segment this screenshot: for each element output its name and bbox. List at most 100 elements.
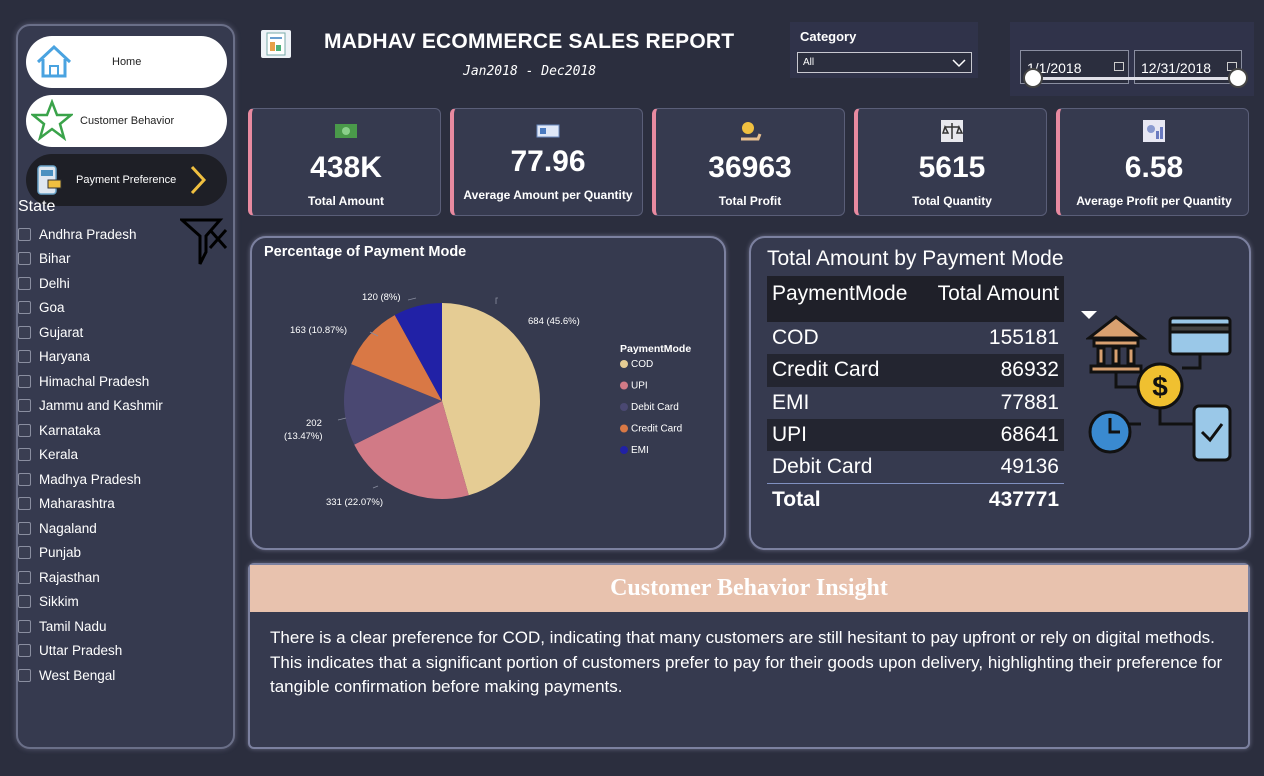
- state-checkbox[interactable]: [18, 644, 31, 658]
- state-filter-item[interactable]: Karnataka: [18, 418, 208, 443]
- pie-leader-line: [372, 485, 379, 489]
- state-filter-item[interactable]: Nagaland: [18, 516, 208, 541]
- kpi-value: 36963: [708, 151, 792, 184]
- legend-item[interactable]: UPI: [631, 381, 648, 392]
- state-label: Haryana: [39, 349, 91, 365]
- state-filter-item[interactable]: Sikkim: [18, 590, 208, 615]
- kpi-value: 6.58: [1124, 151, 1184, 184]
- state-checkbox[interactable]: [18, 399, 31, 413]
- column-header-total-amount[interactable]: Total Amount: [923, 276, 1097, 322]
- legend-item[interactable]: Credit Card: [631, 424, 682, 435]
- pie-legend-title: PaymentMode: [620, 343, 691, 355]
- table-row[interactable]: Credit Card 86932: [767, 354, 1064, 387]
- payment-mode-cell: Debit Card: [767, 451, 923, 484]
- state-filter-item[interactable]: Maharashtra: [18, 492, 208, 517]
- state-checkbox[interactable]: [18, 227, 31, 241]
- state-filter-item[interactable]: Madhya Pradesh: [18, 467, 208, 492]
- state-label: Delhi: [39, 275, 70, 291]
- nav-home-button[interactable]: Home: [26, 36, 227, 88]
- state-checkbox[interactable]: [18, 619, 31, 633]
- state-filter-item[interactable]: Uttar Pradesh: [18, 639, 208, 664]
- state-checkbox[interactable]: [18, 668, 31, 682]
- end-date-value: 12/31/2018: [1141, 60, 1212, 76]
- payment-mode-cell: COD: [767, 322, 923, 355]
- date-slider-start-handle[interactable]: [1023, 68, 1043, 88]
- table-header-row: PaymentMode Total Amount: [767, 276, 1097, 322]
- total-amount-cell: 155181: [923, 322, 1064, 355]
- state-filter-item[interactable]: Rajasthan: [18, 565, 208, 590]
- state-label: Punjab: [39, 545, 82, 561]
- insight-text: There is a clear preference for COD, ind…: [270, 626, 1230, 700]
- state-checkbox[interactable]: [18, 448, 31, 462]
- state-checkbox[interactable]: [18, 521, 31, 535]
- svg-text:$: $: [1152, 371, 1168, 402]
- state-filter-item[interactable]: Andhra Pradesh: [18, 222, 208, 247]
- legend-item[interactable]: Debit Card: [631, 402, 679, 413]
- report-icon: [261, 30, 291, 58]
- state-label: Maharashtra: [39, 496, 115, 512]
- legend-marker: [620, 424, 628, 433]
- state-filter-item[interactable]: Delhi: [18, 271, 208, 296]
- category-dropdown[interactable]: All: [797, 52, 972, 73]
- category-label: Category: [800, 29, 857, 44]
- table-row[interactable]: Debit Card 49136: [767, 451, 1064, 484]
- state-checkbox[interactable]: [18, 546, 31, 560]
- state-label: Sikkim: [39, 594, 79, 610]
- state-label: Karnataka: [39, 422, 101, 438]
- state-label: Kerala: [39, 447, 79, 463]
- state-checkbox[interactable]: [18, 570, 31, 584]
- state-filter-item[interactable]: Tamil Nadu: [18, 614, 208, 639]
- state-filter-item[interactable]: Bihar: [18, 247, 208, 272]
- pie-label-debit-card: 202: [306, 418, 322, 429]
- date-slider-end-handle[interactable]: [1228, 68, 1248, 88]
- state-checkbox[interactable]: [18, 374, 31, 388]
- state-filter-item[interactable]: West Bengal: [18, 663, 208, 688]
- state-checkbox[interactable]: [18, 350, 31, 364]
- pie-chart: 684 (45.6%) 120 (8%) 163 (10.87%) 202 (1…: [284, 292, 691, 508]
- column-header-payment-mode[interactable]: PaymentMode: [767, 276, 923, 322]
- scale-icon: [941, 120, 964, 142]
- state-checkbox[interactable]: [18, 595, 31, 609]
- state-checkbox[interactable]: [18, 276, 31, 290]
- state-label: Tamil Nadu: [39, 618, 107, 634]
- date-range-filter: 1/1/2018 12/31/2018: [1010, 22, 1254, 96]
- clock-icon: [1088, 410, 1132, 454]
- state-checkbox[interactable]: [18, 472, 31, 486]
- state-filter-item[interactable]: Kerala: [18, 443, 208, 468]
- kpi-value: 438K: [310, 151, 382, 184]
- kpi-label: Average Amount per Quantity: [463, 188, 633, 202]
- state-checkbox[interactable]: [18, 252, 31, 266]
- nav-payment-preference-label: Payment Preference: [76, 174, 177, 186]
- star-icon: [31, 99, 73, 141]
- state-checkbox[interactable]: [18, 423, 31, 437]
- insight-paragraph-2: This indicates that a significant portio…: [270, 652, 1223, 697]
- nav-customer-behavior-button[interactable]: Customer Behavior: [26, 95, 227, 147]
- table-title: Total Amount by Payment Mode: [767, 247, 1064, 270]
- kpi-label: Total Amount: [308, 194, 384, 208]
- state-filter-item[interactable]: Goa: [18, 296, 208, 321]
- home-icon: [36, 44, 72, 78]
- state-checkbox[interactable]: [18, 497, 31, 511]
- state-filter-item[interactable]: Haryana: [18, 345, 208, 370]
- state-filter-item[interactable]: Himachal Pradesh: [18, 369, 208, 394]
- table-row[interactable]: EMI 77881: [767, 386, 1064, 419]
- state-checkbox[interactable]: [18, 301, 31, 315]
- state-label: Jammu and Kashmir: [39, 398, 163, 414]
- insight-heading: Customer Behavior Insight: [250, 565, 1248, 612]
- kpi-value: 5615: [918, 151, 986, 184]
- state-filter-item[interactable]: Punjab: [18, 541, 208, 566]
- state-checkbox[interactable]: [18, 325, 31, 339]
- legend-item[interactable]: EMI: [631, 445, 649, 456]
- calendar-icon[interactable]: [1114, 62, 1124, 71]
- state-filter-item[interactable]: Jammu and Kashmir: [18, 394, 208, 419]
- state-label: Nagaland: [39, 520, 97, 536]
- date-slider-track[interactable]: [1033, 77, 1239, 80]
- table-row[interactable]: UPI 68641: [767, 418, 1064, 452]
- legend-item[interactable]: COD: [631, 359, 653, 370]
- chevron-right-icon: [190, 165, 207, 195]
- pie-chart-title: Percentage of Payment Mode: [264, 244, 467, 260]
- table-row[interactable]: COD 155181: [767, 322, 1064, 355]
- nav-payment-preference-button[interactable]: Payment Preference: [26, 154, 227, 206]
- state-filter-item[interactable]: Gujarat: [18, 320, 208, 345]
- payment-terminal-icon: [37, 165, 62, 195]
